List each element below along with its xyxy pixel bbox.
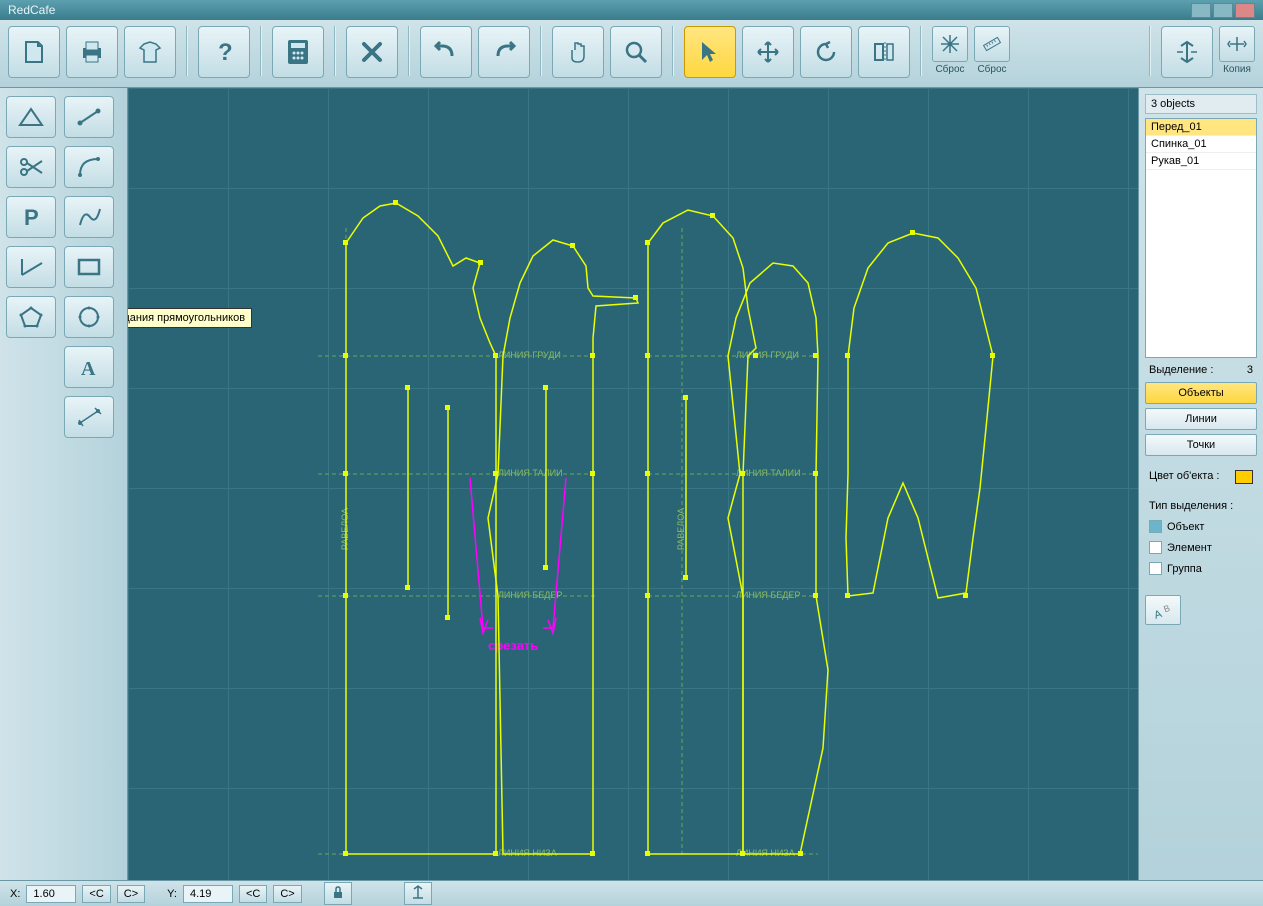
rotate-button[interactable] <box>800 26 852 78</box>
reset-ruler-button[interactable] <box>974 26 1010 62</box>
pan-button[interactable] <box>552 26 604 78</box>
cut-annotation: срезать <box>488 638 538 653</box>
label-talii-2: ЛИНИЯ ТАЛИИ <box>736 468 801 478</box>
objects-header: 3 objects <box>1145 94 1257 114</box>
mirror-button[interactable] <box>858 26 910 78</box>
chk-group[interactable] <box>1149 562 1162 575</box>
canvas-area[interactable]: Режим создания прямоугольников ЛИНИЯ ГРУ… <box>128 88 1138 880</box>
points-button[interactable]: Точки <box>1145 434 1257 456</box>
close-button[interactable] <box>1235 3 1255 18</box>
label-ravels-1: РАВЕЛОА <box>340 508 350 550</box>
scissors-tool[interactable] <box>6 146 56 188</box>
measure-tool[interactable] <box>64 396 114 438</box>
copy-split-button[interactable] <box>1219 26 1255 62</box>
curve-tool[interactable] <box>64 196 114 238</box>
title-bar: RedCafe <box>0 0 1263 20</box>
y-lt-button[interactable]: <C <box>239 885 267 903</box>
list-item[interactable]: Спинка_01 <box>1146 136 1256 153</box>
selection-count: 3 <box>1247 364 1253 376</box>
label-talii-1: ЛИНИЯ ТАЛИИ <box>498 468 563 478</box>
triangle-tool[interactable] <box>6 96 56 138</box>
label-beder-1: ЛИНИЯ БЕДЕР <box>498 590 562 600</box>
list-item[interactable]: Перед_01 <box>1146 119 1256 136</box>
help-button[interactable]: ? <box>198 26 250 78</box>
color-label: Цвет об'екта : <box>1149 470 1219 484</box>
y-value[interactable]: 4.19 <box>183 885 233 903</box>
seltype-label: Тип выделения : <box>1145 498 1257 514</box>
color-swatch[interactable] <box>1235 470 1253 484</box>
chk-object[interactable] <box>1149 520 1162 533</box>
svg-text:B: B <box>1162 603 1171 614</box>
label-ravels-2: РАВЕЛОА <box>676 508 686 550</box>
status-bar: X: 1.60 <C C> Y: 4.19 <C C> <box>0 880 1263 906</box>
snap-button[interactable] <box>404 882 432 905</box>
lines-button[interactable]: Линии <box>1145 408 1257 430</box>
text-tool[interactable]: A <box>64 346 114 388</box>
ab-text-button[interactable]: AB <box>1145 595 1181 625</box>
y-gt-button[interactable]: C> <box>273 885 301 903</box>
circle-tool[interactable] <box>64 296 114 338</box>
x-label: X: <box>10 888 20 900</box>
tooltip: Режим создания прямоугольников <box>128 308 252 328</box>
undo-button[interactable] <box>420 26 472 78</box>
app-title: RedCafe <box>8 3 55 17</box>
right-panel: 3 objects Перед_01 Спинка_01 Рукав_01 Вы… <box>1138 88 1263 880</box>
top-toolbar: ? Сброс Сброс Копия <box>0 20 1263 88</box>
arc-tool[interactable] <box>64 146 114 188</box>
split-v-button[interactable] <box>1161 26 1213 78</box>
lock-button[interactable] <box>324 882 352 905</box>
svg-text:?: ? <box>218 39 233 66</box>
calculator-button[interactable] <box>272 26 324 78</box>
label-niza-1: ЛИНИЯ НИЗА <box>498 848 557 858</box>
objects-button[interactable]: Объекты <box>1145 382 1257 404</box>
x-gt-button[interactable]: C> <box>117 885 145 903</box>
svg-text:P: P <box>24 205 39 230</box>
redo-button[interactable] <box>478 26 530 78</box>
left-toolbar: P A <box>0 88 128 880</box>
copy-label: Копия <box>1223 64 1251 75</box>
label-niza-2: ЛИНИЯ НИЗА <box>736 848 795 858</box>
select-button[interactable] <box>684 26 736 78</box>
x-lt-button[interactable]: <C <box>82 885 110 903</box>
maximize-button[interactable] <box>1213 3 1233 18</box>
polygon-tool[interactable] <box>6 296 56 338</box>
objects-list[interactable]: Перед_01 Спинка_01 Рукав_01 <box>1145 118 1257 358</box>
delete-button[interactable] <box>346 26 398 78</box>
label-grudi-1: ЛИНИЯ ГРУДИ <box>498 350 561 360</box>
label-grudi-2: ЛИНИЯ ГРУДИ <box>736 350 799 360</box>
garment-button[interactable] <box>124 26 176 78</box>
rectangle-tool[interactable] <box>64 246 114 288</box>
point-tool[interactable]: P <box>6 196 56 238</box>
minimize-button[interactable] <box>1191 3 1211 18</box>
reset2-label: Сброс <box>977 64 1006 75</box>
reset-axes-button[interactable] <box>932 26 968 62</box>
move-button[interactable] <box>742 26 794 78</box>
svg-text:A: A <box>81 358 96 380</box>
angle-tool[interactable] <box>6 246 56 288</box>
x-value[interactable]: 1.60 <box>26 885 76 903</box>
reset1-label: Сброс <box>935 64 964 75</box>
svg-text:A: A <box>1153 608 1165 622</box>
chk-element[interactable] <box>1149 541 1162 554</box>
list-item[interactable]: Рукав_01 <box>1146 153 1256 170</box>
selection-label: Выделение : <box>1149 364 1213 376</box>
line-tool[interactable] <box>64 96 114 138</box>
zoom-button[interactable] <box>610 26 662 78</box>
y-label: Y: <box>167 888 177 900</box>
label-beder-2: ЛИНИЯ БЕДЕР <box>736 590 800 600</box>
print-button[interactable] <box>66 26 118 78</box>
new-file-button[interactable] <box>8 26 60 78</box>
